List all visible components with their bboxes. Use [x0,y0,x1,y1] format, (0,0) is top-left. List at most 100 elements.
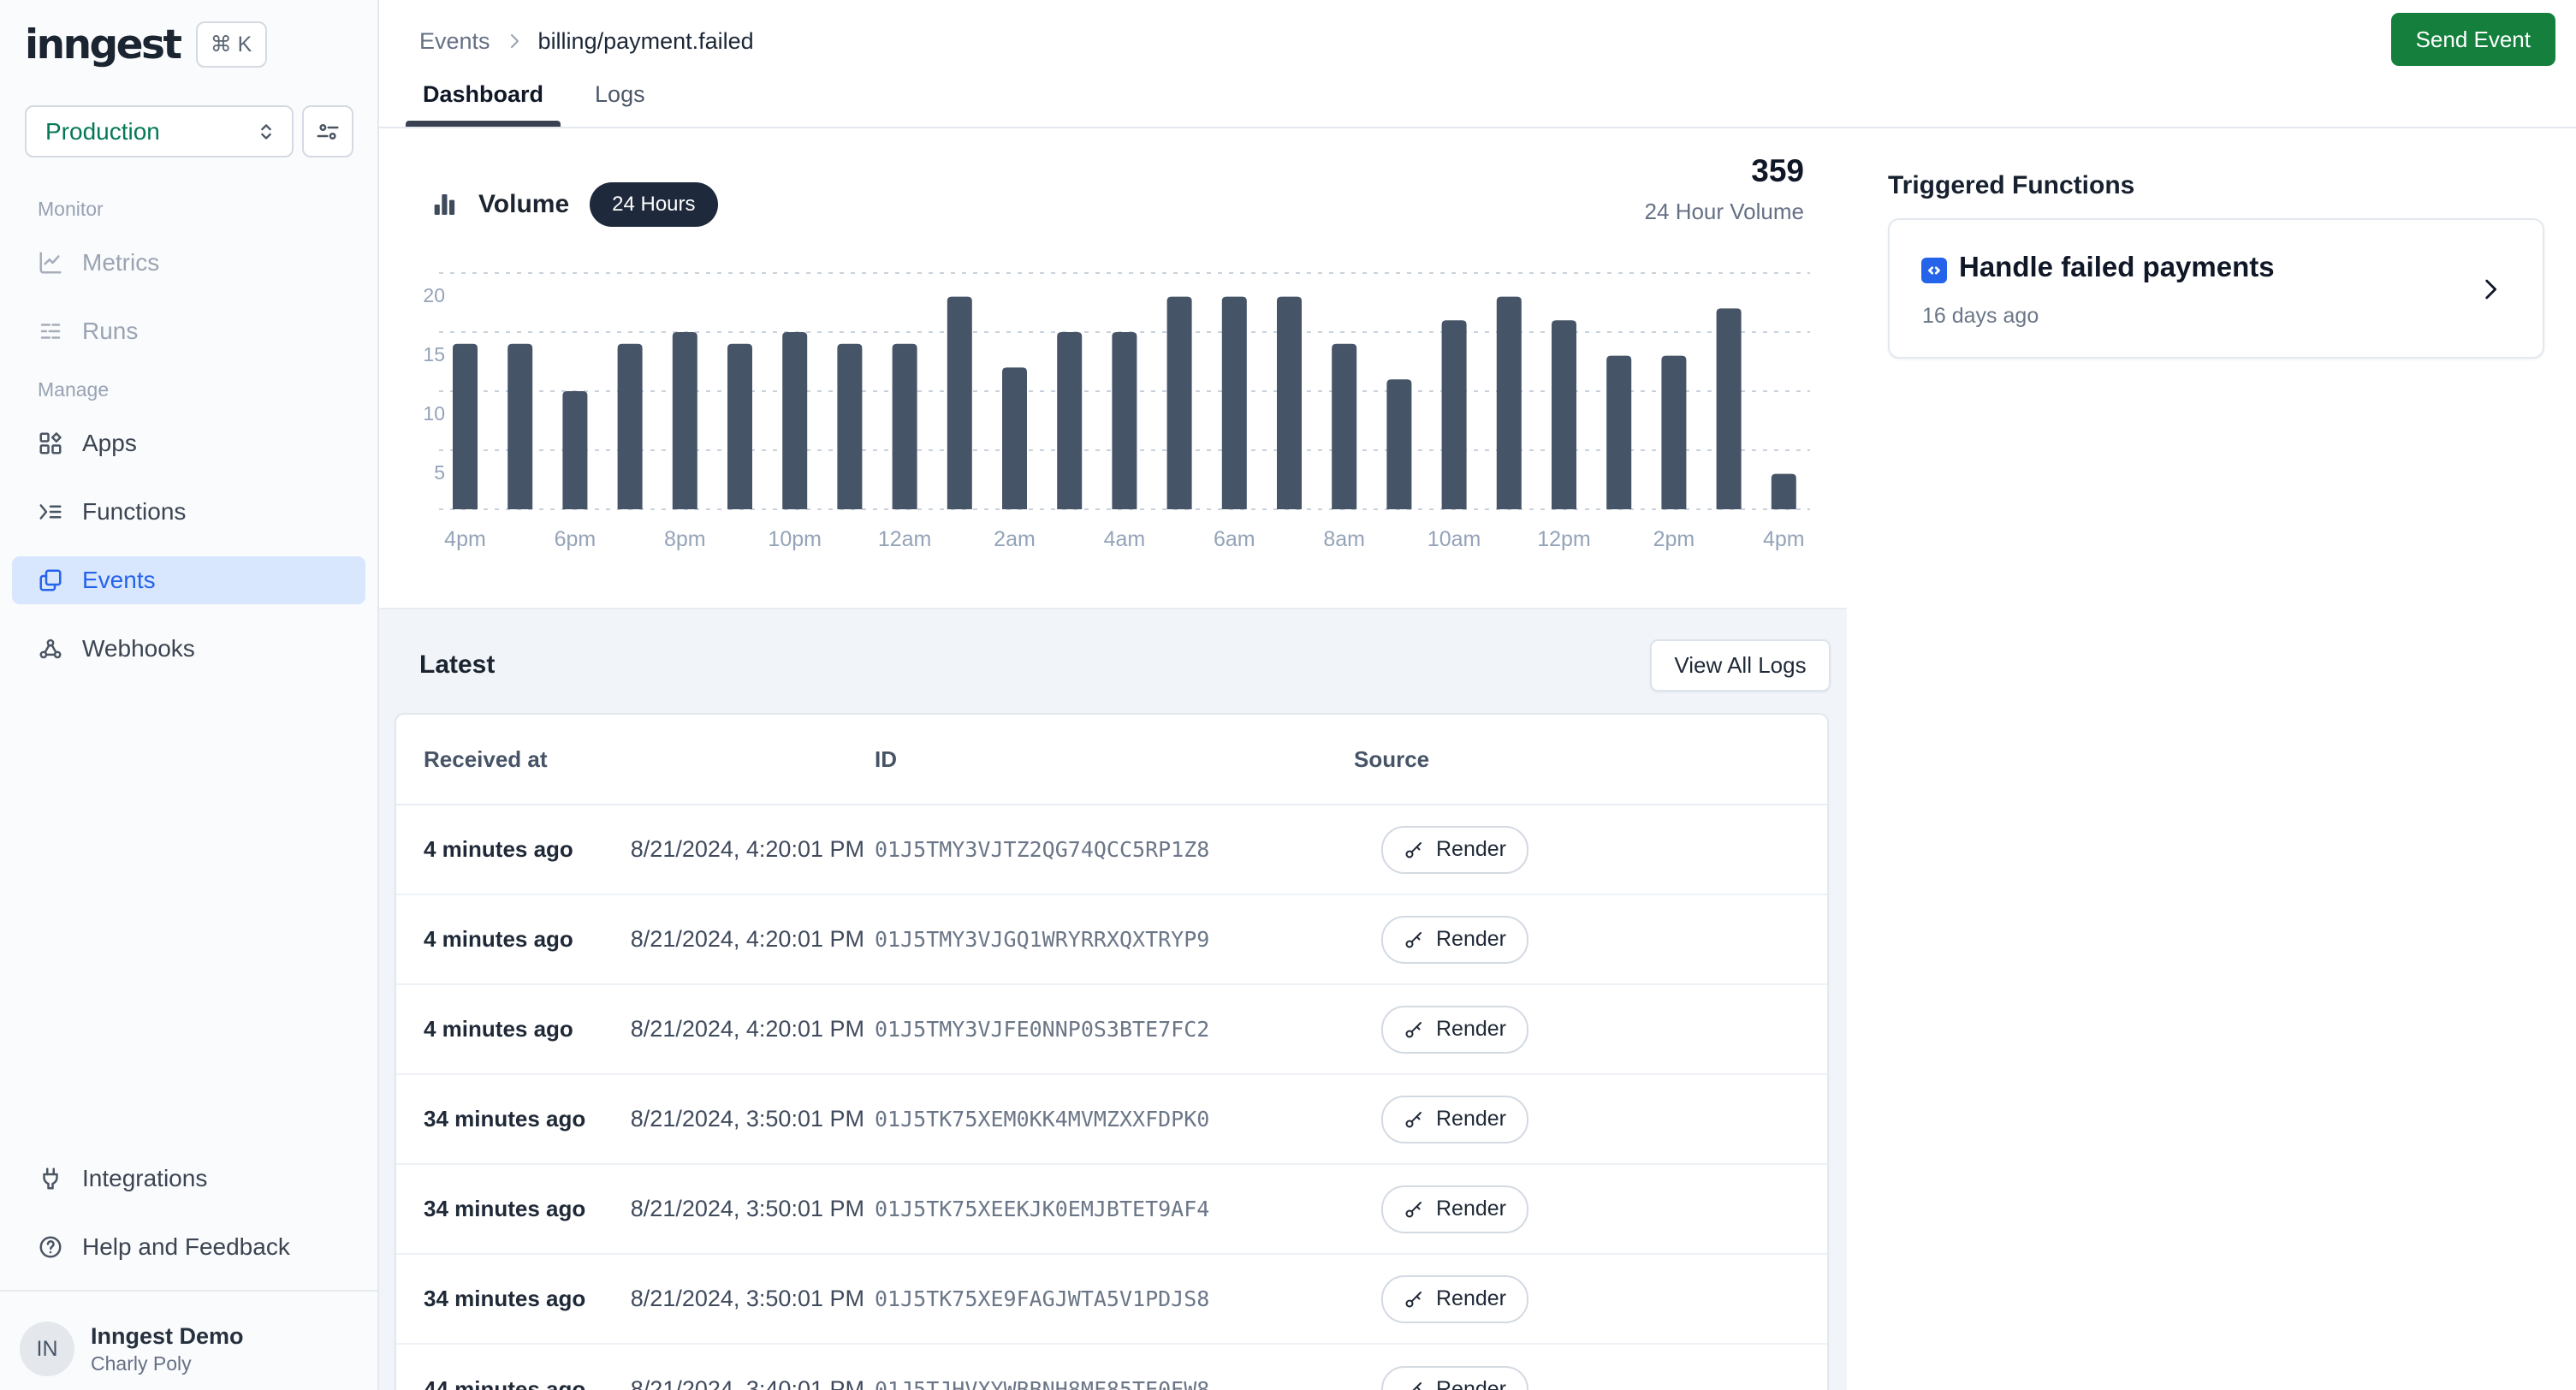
volume-bar[interactable] [1552,320,1576,509]
events-icon [38,567,63,593]
table-row[interactable]: 4 minutes ago8/21/2024, 4:20:01 PM01J5TM… [396,985,1827,1075]
integrations-icon [38,1166,63,1191]
volume-bar[interactable] [1717,308,1742,509]
table-row[interactable]: 4 minutes ago8/21/2024, 4:20:01 PM01J5TM… [396,805,1827,895]
nav-section-label: Manage [38,377,365,402]
table-row[interactable]: 34 minutes ago8/21/2024, 3:50:01 PM01J5T… [396,1075,1827,1165]
app-window: inngest ⌘ K Production Monitor Metrics Run… [0,0,2576,1390]
column-received-at: Received at [424,746,608,773]
profile-user-name: Charly Poly [91,1351,244,1376]
inngest-logo[interactable]: inngest [25,21,181,68]
tab-dashboard[interactable]: Dashboard [414,81,552,127]
key-icon [1404,1289,1424,1310]
volume-bar[interactable] [727,344,752,509]
event-id: 01J5TMY3VJTZ2QG74QCC5RP1Z8 [864,837,1344,862]
chevrons-up-down-icon [254,120,278,144]
volume-bar[interactable] [1442,320,1467,509]
volume-bar[interactable] [1386,379,1411,509]
function-name: Handle failed payments [1959,251,2275,283]
source-badge[interactable]: Render [1381,1096,1528,1143]
x-axis-label: 6am [1214,527,1255,551]
source-badge[interactable]: Render [1381,1006,1528,1054]
latest-section: Latest View All Logs Received at ID Sour… [379,609,1847,1390]
function-last-run-time: 16 days ago [1922,304,2039,329]
tab-bar: Dashboard Logs [414,81,654,127]
source-badge[interactable]: Render [1381,826,1528,874]
table-row[interactable]: 34 minutes ago8/21/2024, 3:50:01 PM01J5T… [396,1165,1827,1255]
sidebar-item-metrics[interactable]: Metrics [12,239,365,287]
source-badge-label: Render [1436,1017,1506,1042]
event-id: 01J5TMY3VJFE0NNP0S3BTE7FC2 [864,1017,1344,1042]
triggered-functions-panel: Triggered Functions Handle failed paymen… [1849,128,2576,1390]
key-icon [1404,1380,1424,1390]
volume-bar[interactable] [1332,344,1356,509]
volume-bar[interactable] [782,332,807,509]
event-timestamp: 8/21/2024, 3:40:01 PM [608,1376,864,1390]
volume-bar[interactable] [893,344,917,509]
volume-bar[interactable] [947,297,972,509]
sidebar: inngest ⌘ K Production Monitor Metrics Run… [0,0,379,1390]
nav-section-label: Monitor [38,196,365,222]
volume-bar[interactable] [562,391,587,509]
view-all-logs-button[interactable]: View All Logs [1650,639,1831,692]
volume-bar[interactable] [1772,474,1796,509]
volume-bar[interactable] [1167,297,1192,509]
sidebar-divider [0,1290,377,1292]
breadcrumb: Events billing/payment.failed [419,22,754,60]
volume-bar[interactable] [1112,332,1137,509]
events-table-body: 4 minutes ago8/21/2024, 4:20:01 PM01J5TM… [396,805,1827,1390]
x-axis-label: 4am [1104,527,1146,551]
top-bar: Events billing/payment.failed Dashboard … [379,0,2576,128]
volume-bar[interactable] [618,344,643,509]
x-axis-label: 2am [994,527,1036,551]
table-row[interactable]: 4 minutes ago8/21/2024, 4:20:01 PM01J5TM… [396,895,1827,985]
source-badge[interactable]: Render [1381,1366,1528,1390]
event-id: 01J5TK75XEEKJK0EMJBTET9AF4 [864,1197,1344,1221]
sidebar-item-label: Integrations [82,1165,207,1192]
volume-bar[interactable] [1002,367,1027,509]
sidebar-item-functions[interactable]: Functions [12,488,365,536]
environment-settings-button[interactable] [302,105,353,157]
x-axis-label: 8am [1323,527,1365,551]
volume-bar[interactable] [1606,356,1631,509]
volume-bar[interactable] [453,344,478,509]
volume-bar[interactable] [1661,356,1686,509]
command-k-shortcut[interactable]: ⌘ K [196,21,267,68]
sidebar-item-webhooks[interactable]: Webhooks [12,625,365,673]
sidebar-item-events[interactable]: Events [12,556,365,604]
sidebar-item-runs[interactable]: Runs [12,307,365,355]
volume-bar[interactable] [1222,297,1247,509]
sidebar-item-integrations[interactable]: Integrations [12,1155,365,1203]
sidebar-item-help-and-feedback[interactable]: Help and Feedback [12,1223,365,1271]
event-timestamp: 8/21/2024, 4:20:01 PM [608,1016,864,1042]
event-relative-time: 4 minutes ago [424,1016,608,1042]
volume-bar[interactable] [837,344,862,509]
sidebar-item-label: Runs [82,318,138,345]
sidebar-item-apps[interactable]: Apps [12,419,365,467]
environment-select[interactable]: Production [25,105,294,157]
source-badge[interactable]: Render [1381,1185,1528,1233]
volume-bar[interactable] [1277,297,1302,509]
volume-bar[interactable] [507,344,532,509]
events-table-header: Received at ID Source [396,715,1827,805]
functions-icon [38,499,63,525]
table-row[interactable]: 44 minutes ago8/21/2024, 3:40:01 PM01J5T… [396,1345,1827,1390]
source-badge[interactable]: Render [1381,916,1528,964]
volume-bar[interactable] [1497,297,1522,509]
event-relative-time: 34 minutes ago [424,1106,608,1132]
environment-select-value: Production [45,118,160,146]
environment-row: Production [25,105,353,157]
key-icon [1404,1109,1424,1130]
breadcrumb-events-link[interactable]: Events [419,28,490,55]
x-axis-label: 10am [1427,527,1481,551]
table-row[interactable]: 34 minutes ago8/21/2024, 3:50:01 PM01J5T… [396,1255,1827,1345]
triggered-function-card[interactable]: Handle failed payments 16 days ago [1888,218,2544,359]
event-relative-time: 4 minutes ago [424,926,608,953]
tab-logs[interactable]: Logs [586,81,654,127]
send-event-button[interactable]: Send Event [2391,13,2555,66]
source-badge[interactable]: Render [1381,1275,1528,1323]
volume-bar[interactable] [673,332,697,509]
profile-button[interactable]: IN Inngest Demo Charly Poly [20,1322,364,1376]
volume-bar[interactable] [1057,332,1082,509]
event-timestamp: 8/21/2024, 3:50:01 PM [608,1286,864,1312]
